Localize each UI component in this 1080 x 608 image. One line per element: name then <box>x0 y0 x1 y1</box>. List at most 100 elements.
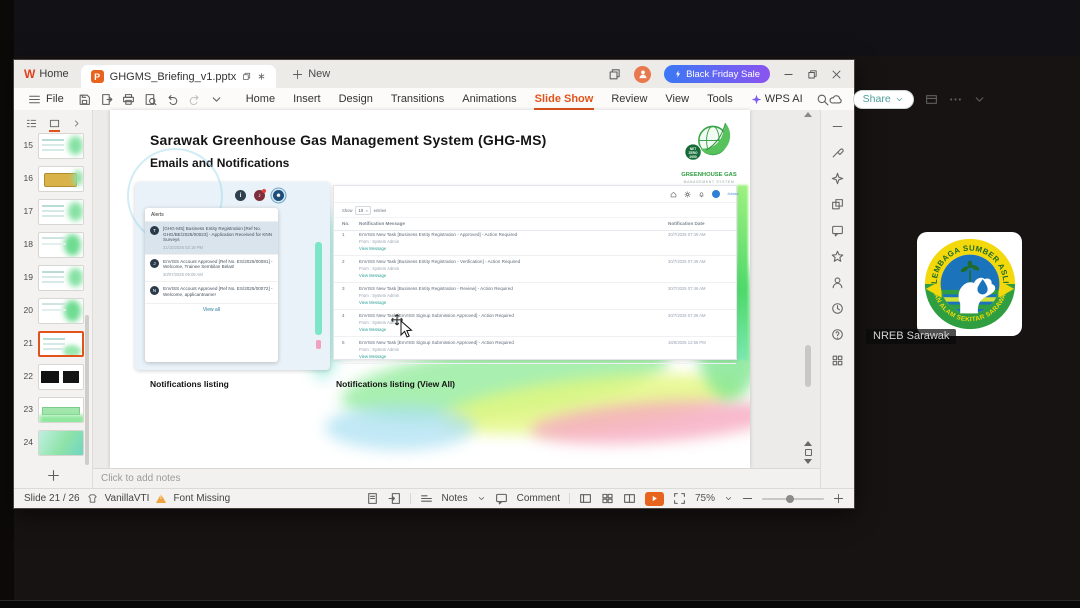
search-icon[interactable] <box>816 93 829 106</box>
start-from-slide-icon[interactable] <box>388 492 401 505</box>
fit-screen-icon[interactable] <box>673 492 686 505</box>
menu-tab[interactable]: Insert <box>284 88 330 110</box>
menu-tab-label: WPS AI <box>764 93 803 105</box>
slide-thumbnail-row: 21 <box>14 331 92 364</box>
help-icon[interactable] <box>831 328 844 341</box>
restore-button[interactable] <box>807 69 818 80</box>
panel-scrollbar[interactable] <box>85 315 89 465</box>
caption-left[interactable]: Notifications listing <box>150 379 229 389</box>
manage-windows-icon[interactable] <box>925 93 938 106</box>
notes-area[interactable]: Click to add notes <box>93 468 820 488</box>
notes-toggle-label[interactable]: Notes <box>442 493 468 504</box>
slide-thumbnail[interactable] <box>38 331 84 357</box>
slideshow-play-button[interactable] <box>644 491 664 506</box>
reading-view-icon[interactable] <box>623 492 636 505</box>
slide-thumbnail[interactable] <box>38 166 84 192</box>
slide-view-icon[interactable] <box>49 118 60 132</box>
previous-slide-button[interactable] <box>804 441 812 446</box>
alerts-screenshot[interactable]: i ♪ ☻ Alerts T [GHG-MS] Business Entity … <box>127 148 330 370</box>
slide-sorter-icon[interactable] <box>601 492 614 505</box>
redo-button[interactable] <box>188 93 201 106</box>
font-missing-warning[interactable]: Font Missing <box>173 493 230 504</box>
zoom-out-button[interactable] <box>742 493 753 504</box>
comment-label[interactable]: Comment <box>517 493 560 504</box>
shapes-icon[interactable] <box>831 198 844 211</box>
history-icon[interactable] <box>831 302 844 315</box>
slide-thumbnail[interactable] <box>38 298 84 324</box>
zoom-in-button[interactable] <box>833 493 844 504</box>
menu-tab[interactable]: Design <box>330 88 382 110</box>
menu-tab[interactable]: Review <box>602 88 656 110</box>
zoom-slider[interactable] <box>762 494 824 503</box>
print-preview-button[interactable] <box>144 93 157 106</box>
chevron-down-icon[interactable] <box>477 494 486 503</box>
zoom-percent[interactable]: 75% <box>695 493 715 504</box>
table-row: 1 EnVISS New Task [Business Entity Regis… <box>334 229 736 256</box>
favorites-icon[interactable] <box>831 250 844 263</box>
print-button[interactable] <box>122 93 135 106</box>
slide-thumbnail[interactable] <box>38 430 84 456</box>
tab-preview-icon[interactable] <box>242 72 251 81</box>
cloud-sync-icon[interactable] <box>829 93 842 106</box>
home-tab[interactable]: W Home <box>14 60 81 88</box>
apps-grid-icon[interactable] <box>831 354 844 367</box>
menu-tab[interactable]: WPS AI <box>742 88 812 110</box>
slide-thumbnail[interactable] <box>38 199 84 225</box>
slide-thumbnail[interactable] <box>38 397 84 423</box>
minimize-button[interactable] <box>783 69 794 80</box>
theme-icon[interactable] <box>87 493 98 504</box>
slide-canvas[interactable]: Sarawak Greenhouse Gas Management System… <box>110 110 750 468</box>
black-friday-sale-button[interactable]: Black Friday Sale <box>664 65 770 83</box>
scroll-up-icon[interactable] <box>804 112 812 117</box>
toolbar-more-icon[interactable] <box>210 93 223 106</box>
menu-tab[interactable]: Tools <box>698 88 742 110</box>
scrollbar-thumb[interactable] <box>805 345 811 387</box>
caption-right[interactable]: Notifications listing (View All) <box>336 379 455 389</box>
collapse-icon[interactable] <box>831 120 844 133</box>
menu-tab[interactable]: Slide Show <box>526 88 603 110</box>
outline-view-icon[interactable] <box>26 118 37 129</box>
comment-icon[interactable] <box>495 492 508 505</box>
slide-number: 17 <box>23 206 33 216</box>
animation-effects-icon[interactable] <box>831 172 844 185</box>
mouse-cursor <box>390 313 416 339</box>
close-button[interactable] <box>831 69 842 80</box>
canvas-scrollbar[interactable] <box>804 112 812 466</box>
warning-icon[interactable] <box>156 494 167 503</box>
slide-title[interactable]: Sarawak Greenhouse Gas Management System… <box>150 132 546 148</box>
theme-name[interactable]: VanillaVTI <box>105 493 150 504</box>
zoom-slider-thumb[interactable] <box>786 494 794 503</box>
menu-tab[interactable]: View <box>656 88 698 110</box>
zoom-menu-icon[interactable] <box>724 494 733 503</box>
collapse-ribbon-icon[interactable] <box>973 93 986 106</box>
next-slide-button[interactable] <box>804 459 812 464</box>
panel-expand-icon[interactable] <box>72 119 81 128</box>
tab-list-icon[interactable] <box>608 68 621 81</box>
slide-thumbnail[interactable] <box>38 265 84 291</box>
design-tools-icon[interactable] <box>831 146 844 159</box>
menu-tab[interactable]: Home <box>237 88 284 110</box>
slide-nav-icon[interactable] <box>804 449 812 456</box>
export-button[interactable] <box>100 93 113 106</box>
undo-button[interactable] <box>166 93 179 106</box>
share-button[interactable]: Share <box>852 89 914 109</box>
more-options-icon[interactable] <box>949 93 962 106</box>
assistant-icon[interactable] <box>831 276 844 289</box>
slide-thumbnail[interactable] <box>38 232 84 258</box>
menu-tab-label: Design <box>338 93 373 105</box>
slide-info-icon[interactable] <box>366 492 379 505</box>
document-tab[interactable]: P GHGMS_Briefing_v1.pptx <box>80 65 277 88</box>
comment-panel-icon[interactable] <box>831 224 844 237</box>
normal-view-icon[interactable] <box>579 492 592 505</box>
new-tab-button[interactable]: New <box>292 68 330 80</box>
meeting-stage: W Home P GHGMS_Briefing_v1.pptx New Blac… <box>0 0 1080 608</box>
save-button[interactable] <box>78 93 91 106</box>
slide-thumbnail[interactable] <box>38 133 84 159</box>
add-slide-button[interactable] <box>14 469 92 482</box>
notes-toggle-icon[interactable] <box>420 492 433 505</box>
menu-tab[interactable]: Transitions <box>382 88 453 110</box>
account-avatar[interactable] <box>634 65 652 83</box>
menu-tab[interactable]: Animations <box>453 88 525 110</box>
file-menu[interactable]: File <box>22 93 70 106</box>
slide-thumbnail[interactable] <box>38 364 84 390</box>
